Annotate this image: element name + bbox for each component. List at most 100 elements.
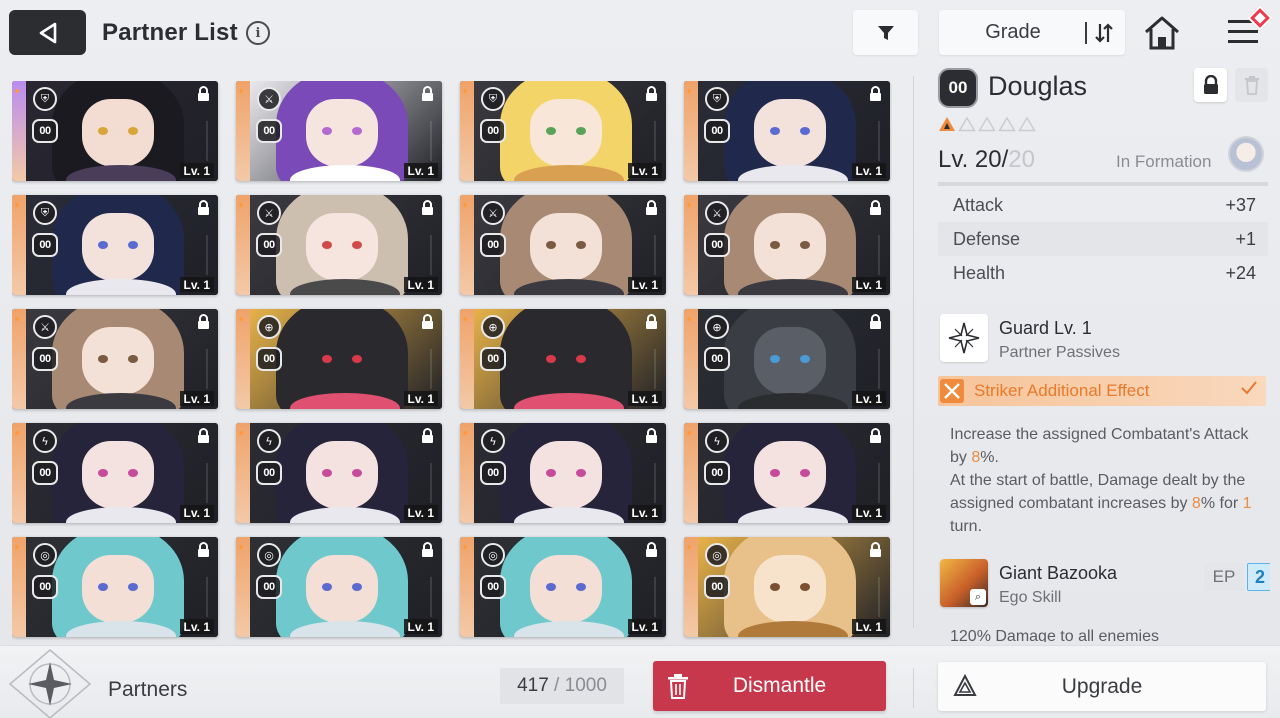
lock-icon[interactable] [421, 200, 434, 216]
lock-icon[interactable] [197, 200, 210, 216]
lock-icon[interactable] [645, 314, 658, 330]
partner-card[interactable]: ϟ 00 Lv. 1 [12, 423, 218, 523]
partner-card[interactable]: ⊕ 00 Lv. 1 [460, 309, 666, 409]
sort-divider [1085, 22, 1087, 44]
back-button[interactable] [9, 10, 86, 55]
striker-effect-toggle[interactable]: Striker Additional Effect [938, 376, 1266, 406]
stat-value: +1 [1235, 228, 1256, 249]
partner-card[interactable]: ⚔ 00 Lv. 1 [236, 195, 442, 295]
upgrade-button[interactable]: Upgrade [938, 662, 1266, 711]
stat-label: Defense [953, 228, 1021, 249]
lock-icon [1203, 75, 1218, 94]
stat-label: Attack [953, 194, 1004, 215]
class-sword-icon: ⚔ [257, 201, 281, 225]
lock-icon[interactable] [869, 542, 882, 558]
lock-icon[interactable] [869, 86, 882, 102]
lock-icon[interactable] [869, 428, 882, 444]
stat-row-attack: Attack +37 [938, 188, 1268, 222]
desc-text: %. [980, 449, 999, 466]
info-icon[interactable]: i [246, 21, 270, 45]
class-target-icon: ⊕ [257, 315, 281, 339]
lock-icon[interactable] [645, 542, 658, 558]
check-icon [1240, 380, 1258, 401]
partner-card[interactable]: ◎ 00 Lv. 1 [460, 537, 666, 637]
lock-icon[interactable] [645, 200, 658, 216]
filter-button[interactable] [853, 10, 918, 55]
partner-card[interactable]: ⛨ 00 Lv. 1 [460, 81, 666, 181]
partner-card[interactable]: ⚔ 00 Lv. 1 [460, 195, 666, 295]
lock-icon[interactable] [197, 86, 210, 102]
partner-card[interactable]: ⊕ 00 Lv. 1 [684, 309, 890, 409]
rarity-stripe [684, 81, 698, 181]
partner-card[interactable]: ⛨ 00 Lv. 1 [12, 195, 218, 295]
partner-card[interactable]: ◎ 00 Lv. 1 [236, 537, 442, 637]
lock-icon[interactable] [197, 428, 210, 444]
discard-button[interactable] [1235, 68, 1268, 102]
level-tag: Lv. 1 [403, 505, 438, 520]
grade-badge: 00 [938, 68, 978, 108]
formation-avatar[interactable] [1228, 136, 1264, 172]
lock-icon[interactable] [869, 314, 882, 330]
magnify-icon[interactable]: ⌕ [970, 589, 986, 605]
grade-badge: 00 [256, 233, 282, 257]
home-icon[interactable] [1142, 14, 1182, 52]
grade-badge: 00 [704, 461, 730, 485]
rarity-stripe [460, 195, 474, 295]
rarity-stripe [236, 537, 250, 637]
lock-icon[interactable] [421, 542, 434, 558]
upgrade-label: Upgrade [1061, 674, 1143, 698]
ego-skill-description: 120% Damage to all enemies [950, 628, 1160, 642]
sort-dropdown[interactable]: Grade [939, 10, 1125, 55]
bottom-bar: Partners 417 / 1000 Dismantle Upgrade [0, 645, 1280, 718]
sort-order-icon[interactable] [1093, 21, 1115, 45]
lock-icon[interactable] [197, 542, 210, 558]
star-empty-icon [978, 116, 996, 132]
class-shield-icon: ⛨ [705, 87, 729, 111]
level-tag: Lv. 1 [403, 391, 438, 406]
lock-icon[interactable] [645, 86, 658, 102]
crossed-swords-icon [940, 379, 964, 403]
partner-card[interactable]: ◎ 00 Lv. 1 [684, 537, 890, 637]
partner-card[interactable]: ◎ 00 Lv. 1 [12, 537, 218, 637]
lock-icon[interactable] [421, 86, 434, 102]
ego-skill[interactable]: ⌕ Giant Bazooka Ego Skill EP 2 [938, 557, 1270, 611]
class-target-icon: ⊕ [705, 315, 729, 339]
lock-icon[interactable] [421, 428, 434, 444]
dismantle-label: Dismantle [732, 674, 827, 697]
level-tag: Lv. 1 [627, 619, 662, 634]
partner-card[interactable]: ϟ 00 Lv. 1 [684, 423, 890, 523]
lock-icon[interactable] [197, 314, 210, 330]
stat-value: +24 [1225, 262, 1256, 283]
rarity-stripe [12, 81, 26, 181]
partner-card[interactable]: ⚔ 00 Lv. 1 [12, 309, 218, 409]
grade-badge: 00 [32, 461, 58, 485]
lock-icon[interactable] [869, 200, 882, 216]
grade-badge: 00 [256, 347, 282, 371]
partner-card[interactable]: ⚔ 00 Lv. 1 [684, 195, 890, 295]
ep-label: EP [1204, 563, 1244, 591]
star-empty-icon [1018, 116, 1036, 132]
partner-card[interactable]: ⚔ 00 Lv. 1 [236, 81, 442, 181]
level-tag: Lv. 1 [403, 163, 438, 178]
grade-badge: 00 [480, 575, 506, 599]
bazooka-skill-icon: ⌕ [940, 559, 988, 607]
grade-badge: 00 [480, 233, 506, 257]
count-sep: / [548, 675, 565, 696]
class-sword-icon: ⚔ [481, 201, 505, 225]
level-max: 20 [1008, 146, 1035, 173]
page-title: Partner List [102, 19, 238, 46]
passive-skill[interactable]: Guard Lv. 1 Partner Passives [938, 312, 1268, 366]
ego-skill-type: Ego Skill [999, 589, 1062, 606]
grade-badge: 00 [32, 575, 58, 599]
partner-card[interactable]: ϟ 00 Lv. 1 [236, 423, 442, 523]
partner-card[interactable]: ⊕ 00 Lv. 1 [236, 309, 442, 409]
partner-card[interactable]: ϟ 00 Lv. 1 [460, 423, 666, 523]
lock-icon[interactable] [645, 428, 658, 444]
lock-icon[interactable] [421, 314, 434, 330]
partner-card[interactable]: ⛨ 00 Lv. 1 [12, 81, 218, 181]
class-lightning-icon: ϟ [257, 429, 281, 453]
partner-card[interactable]: ⛨ 00 Lv. 1 [684, 81, 890, 181]
dismantle-button[interactable]: Dismantle [653, 661, 886, 711]
level-tag: Lv. 1 [627, 163, 662, 178]
lock-toggle-button[interactable] [1194, 68, 1227, 102]
